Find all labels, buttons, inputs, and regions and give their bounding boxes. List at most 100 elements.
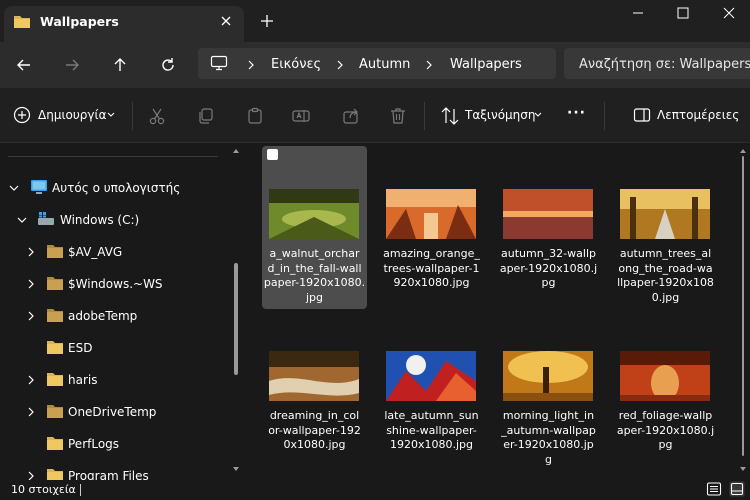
toolbar-divider xyxy=(604,102,605,130)
paste-icon[interactable] xyxy=(245,106,265,126)
monitor-icon xyxy=(210,55,228,71)
sidebar-item-label: OneDriveTemp xyxy=(68,405,157,419)
details-pane-icon[interactable] xyxy=(633,107,651,123)
breadcrumb-autumn[interactable]: Autumn xyxy=(359,57,410,72)
search-input[interactable]: Αναζήτηση σε: Wallpapers xyxy=(579,57,750,72)
chevron-down-icon[interactable] xyxy=(533,111,543,119)
close-window-icon[interactable] xyxy=(718,4,740,22)
status-divider xyxy=(80,484,81,496)
image-thumbnail xyxy=(269,189,359,239)
sidebar-item-esd[interactable]: ESD xyxy=(0,333,232,363)
copy-icon[interactable] xyxy=(196,106,216,126)
image-thumbnail xyxy=(386,351,476,401)
sidebar-item-onedrivetemp[interactable]: OneDriveTemp xyxy=(0,397,232,427)
image-thumbnail xyxy=(386,189,476,239)
chevron-right-icon[interactable] xyxy=(25,406,37,418)
up-icon[interactable] xyxy=(110,55,130,75)
sidebar-item-label: haris xyxy=(68,373,98,387)
sidebar-scrollbar[interactable] xyxy=(231,146,241,476)
folder-icon xyxy=(47,373,63,386)
chevron-right-icon[interactable] xyxy=(25,374,37,386)
breadcrumb-pictures[interactable]: Εικόνες xyxy=(271,57,321,72)
folder-icon xyxy=(47,245,63,258)
sort-button[interactable]: Ταξινόμηση xyxy=(465,108,536,122)
chevron-right-icon[interactable] xyxy=(25,246,37,258)
image-thumbnail xyxy=(269,351,359,401)
image-thumbnail xyxy=(503,189,593,239)
folder-icon xyxy=(47,405,63,418)
sidebar-divider xyxy=(8,156,218,157)
item-count: 10 στοιχεία xyxy=(11,483,76,496)
more-options-button[interactable]: ··· xyxy=(567,105,586,121)
toolbar-divider xyxy=(132,102,133,130)
file-name: dreaming_in_col or-wallpaper-192 0x1080.jp… xyxy=(268,409,361,451)
chevron-right-icon[interactable] xyxy=(25,310,37,322)
sidebar-item-windows-ws[interactable]: $Windows.~WS xyxy=(0,269,232,299)
folder-icon xyxy=(47,341,63,354)
maximize-icon[interactable] xyxy=(672,4,694,22)
chevron-right-icon[interactable] xyxy=(25,278,37,290)
new-icon[interactable] xyxy=(13,106,31,124)
new-tab-icon[interactable] xyxy=(258,12,276,30)
selection-checkbox[interactable] xyxy=(267,149,278,160)
toolbar-divider xyxy=(424,102,425,130)
forward-icon[interactable] xyxy=(62,55,82,75)
new-button[interactable]: Δημιουργία xyxy=(38,108,106,122)
image-thumbnail xyxy=(620,351,710,401)
chevron-down-icon[interactable] xyxy=(106,111,116,119)
file-name: a_walnut_orchar d_in_the_fall-wall paper-1… xyxy=(263,247,366,304)
sidebar-item-label: PerfLogs xyxy=(68,437,120,451)
sidebar-item-label: $AV_AVG xyxy=(68,245,123,259)
refresh-icon[interactable] xyxy=(158,55,178,75)
back-icon[interactable] xyxy=(14,55,34,75)
file-name: late_autumn_sun shine-wallpaper- 1920x1080… xyxy=(384,409,479,451)
sidebar-item-label: adobeTemp xyxy=(68,309,138,323)
sidebar-item-av-avg[interactable]: $AV_AVG xyxy=(0,237,232,267)
sidebar-item-windows-c[interactable]: Windows (C:) xyxy=(0,205,232,235)
chevron-right-icon[interactable] xyxy=(334,58,346,72)
sidebar-item-perflogs[interactable]: PerfLogs xyxy=(0,429,232,459)
cut-icon[interactable] xyxy=(147,106,167,126)
status-bar xyxy=(0,480,750,500)
drive-icon xyxy=(38,212,54,225)
content-scrollbar[interactable] xyxy=(738,146,748,476)
folder-icon xyxy=(47,277,63,290)
folder-icon xyxy=(14,16,30,28)
sidebar-item-label: ESD xyxy=(68,341,93,355)
chevron-right-icon[interactable] xyxy=(423,58,435,72)
sort-icon[interactable] xyxy=(440,106,460,126)
computer-icon xyxy=(31,180,47,194)
sidebar-item-label: Windows (C:) xyxy=(60,213,140,227)
folder-icon xyxy=(47,469,63,480)
sidebar-item-this-pc[interactable]: Αυτός ο υπολογιστής xyxy=(0,173,232,203)
file-name: autumn_32-wallp aper-1920x1080.j pg xyxy=(499,247,598,289)
chevron-down-icon[interactable] xyxy=(16,214,28,226)
file-name: red_foliage-wallp aper-1920x1080.j pg xyxy=(616,409,715,451)
navigation-pane: Αυτός ο υπολογιστής Windows (C:) $AV_AVG… xyxy=(0,143,244,480)
minimize-icon[interactable] xyxy=(627,4,649,22)
sidebar-item-adobetemp[interactable]: adobeTemp xyxy=(0,301,232,331)
file-name: morning_light_in _autumn-wallpap er-1920x1… xyxy=(501,409,596,466)
file-name: amazing_orange_ trees-wallpaper-1 920x1080… xyxy=(383,247,480,289)
share-icon[interactable] xyxy=(341,106,361,126)
sidebar-item-label: Program Files xyxy=(68,469,149,480)
image-thumbnail xyxy=(620,189,710,239)
sidebar-item-label: Αυτός ο υπολογιστής xyxy=(52,181,181,195)
sidebar-item-program-files[interactable]: Program Files xyxy=(0,461,232,480)
details-view-icon[interactable] xyxy=(706,481,722,497)
tab-title: Wallpapers xyxy=(40,14,119,29)
close-tab-icon[interactable] xyxy=(218,13,234,29)
rename-icon[interactable] xyxy=(291,106,311,126)
chevron-right-icon[interactable] xyxy=(25,470,37,480)
chevron-right-icon[interactable] xyxy=(245,58,257,72)
delete-icon[interactable] xyxy=(388,106,408,126)
folder-icon xyxy=(47,437,63,450)
breadcrumb-wallpapers[interactable]: Wallpapers xyxy=(450,57,522,72)
large-icons-view-icon[interactable] xyxy=(729,481,745,497)
sidebar-item-label: $Windows.~WS xyxy=(68,277,163,291)
folder-icon xyxy=(47,309,63,322)
details-button[interactable]: Λεπτομέρειες xyxy=(657,108,739,122)
chevron-down-icon[interactable] xyxy=(8,182,20,194)
image-thumbnail xyxy=(503,351,593,401)
sidebar-item-haris[interactable]: haris xyxy=(0,365,232,395)
